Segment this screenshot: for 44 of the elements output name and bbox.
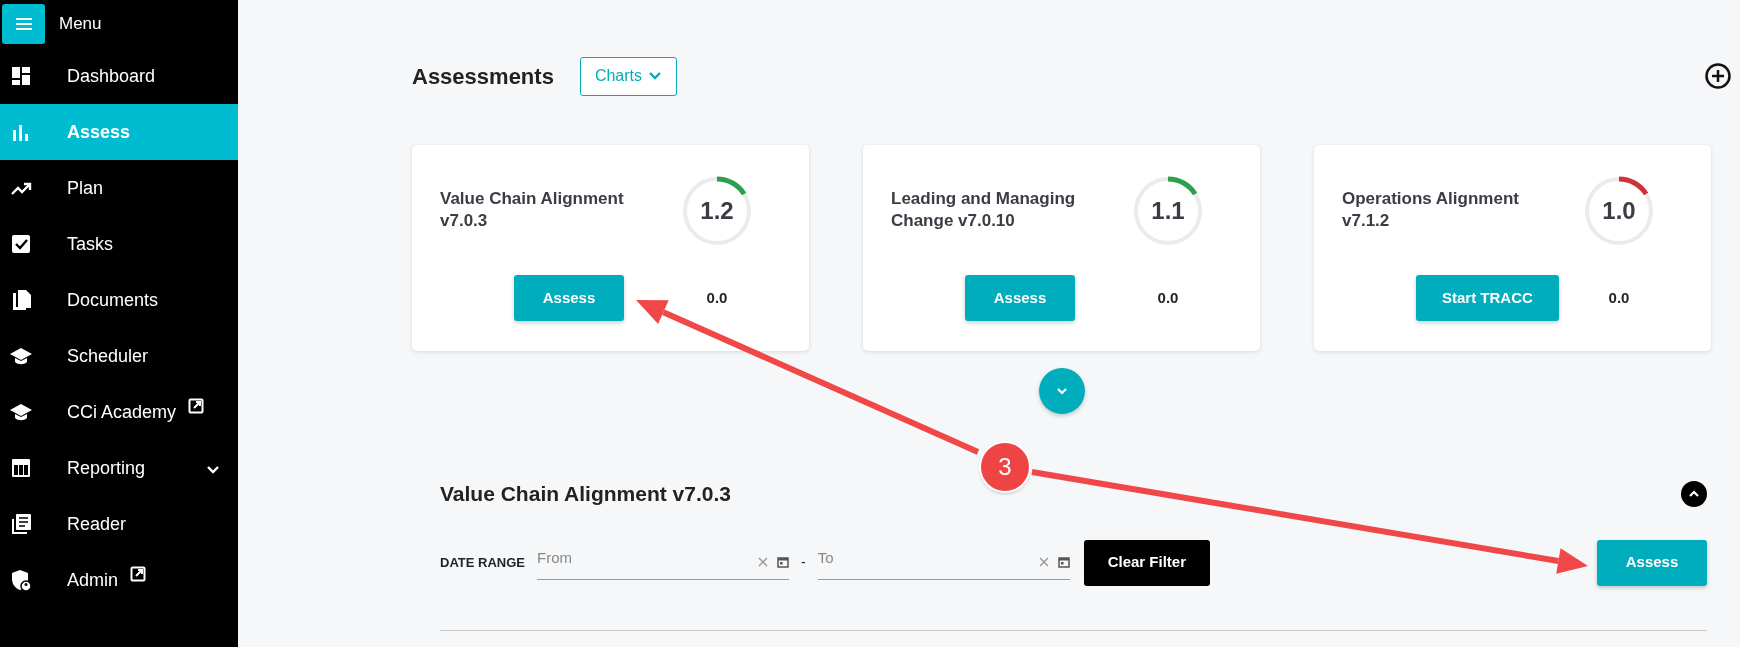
sidebar-item[interactable]: Reporting [0,440,238,496]
sidebar-item[interactable]: Dashboard [0,48,238,104]
from-date-field[interactable]: From [537,545,749,570]
sidebar-item[interactable]: Admin [0,552,238,608]
score-value: 1.2 [700,197,734,225]
page-title: Assessments [412,62,554,91]
sidebar-item[interactable]: Documents [0,272,238,328]
checkbox-icon [10,233,32,255]
sidebar-item[interactable]: Reader [0,496,238,552]
sidebar-item[interactable]: Tasks [0,216,238,272]
sidebar-item[interactable]: Plan [0,160,238,216]
documents-icon [10,289,32,311]
card-title: Operations Alignment v7.1.2 [1342,187,1520,232]
graduation-cap-icon [10,401,32,423]
calendar-icon [1057,556,1070,568]
range-separator: - [801,553,806,572]
card-value: 0.0 [1157,287,1179,308]
calendar-icon [777,556,789,568]
sidebar-item[interactable]: CCi Academy [0,384,238,440]
callout-badge: 3 [981,443,1029,491]
add-icon[interactable] [1705,63,1731,89]
to-date-field[interactable]: To [817,545,1030,570]
clear-icon [1037,556,1050,568]
menu-label: Menu [59,13,102,36]
date-range-label: DATE RANGE [440,553,525,572]
table-icon [10,457,32,479]
card-value: 0.0 [1608,287,1630,308]
score-value: 1.1 [1151,197,1185,225]
clear-filter-button[interactable]: Clear Filter [1083,539,1211,586]
external-link-icon [188,398,205,414]
sidebar-item[interactable]: Scheduler [0,328,238,384]
shield-icon [10,569,32,591]
score-value: 1.0 [1602,197,1636,225]
collapse-button[interactable] [1681,480,1707,507]
card-title: Leading and Managing Change v7.0.10 [891,187,1077,232]
list-icon [10,513,32,535]
dashboard-icon [10,65,32,87]
graduation-cap-icon [10,345,32,367]
expand-button[interactable] [1038,368,1085,414]
clear-icon [757,556,769,568]
card-title: Value Chain Alignment v7.0.3 [440,187,625,232]
external-link-icon [130,566,147,582]
section-title: Value Chain Alignment v7.0.3 [440,481,731,507]
card-value: 0.0 [706,287,728,308]
